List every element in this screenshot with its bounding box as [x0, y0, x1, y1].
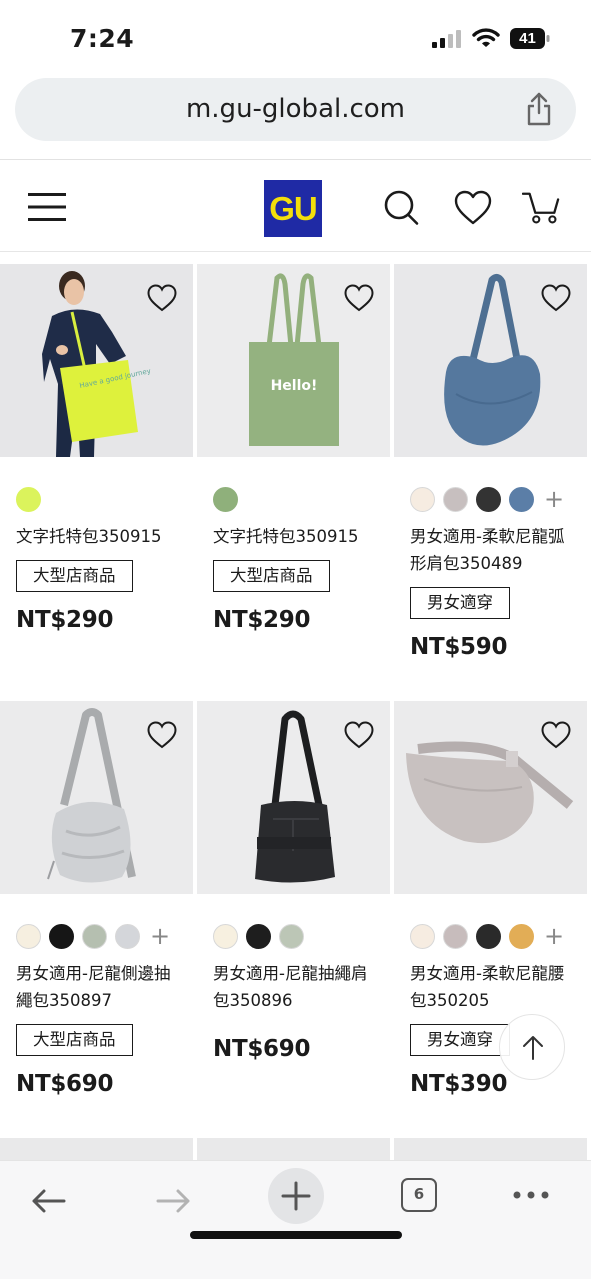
cart-icon[interactable] [522, 190, 560, 226]
product-name[interactable]: 文字托特包350915 [16, 523, 186, 550]
status-time: 7:24 [70, 24, 135, 53]
browser-toolbar: 6 [0, 1160, 591, 1279]
favorite-heart-icon[interactable] [147, 284, 177, 312]
color-swatches [213, 486, 238, 512]
product-badge: 男女適穿 [410, 587, 510, 619]
favorite-heart-icon[interactable] [344, 284, 374, 312]
product-badge: 男女適穿 [410, 1024, 510, 1056]
battery-level-text: 41 [519, 30, 536, 47]
product-badge: 大型店商品 [213, 560, 330, 592]
color-swatch[interactable] [213, 923, 238, 949]
color-swatch[interactable] [476, 923, 501, 949]
more-colors-icon[interactable]: + [150, 923, 170, 949]
new-tab-button[interactable] [268, 1168, 324, 1224]
color-swatch[interactable] [279, 923, 304, 949]
color-swatch[interactable] [509, 486, 534, 512]
forward-arrow-icon[interactable] [146, 1175, 200, 1229]
hamburger-menu-icon[interactable] [28, 192, 66, 222]
favorite-heart-icon[interactable] [541, 284, 571, 312]
product-name[interactable]: 男女適用-柔軟尼龍腰包350205 [410, 960, 580, 1014]
product-price: NT$290 [213, 607, 311, 633]
status-bar: 7:24 41 [0, 0, 591, 76]
color-swatch[interactable] [82, 923, 107, 949]
color-swatches [213, 923, 304, 949]
color-swatches [16, 486, 41, 512]
color-swatch[interactable] [410, 486, 435, 512]
product-price: NT$390 [410, 1071, 508, 1097]
scroll-to-top-button[interactable] [499, 1014, 565, 1080]
color-swatches: + [16, 923, 170, 949]
color-swatch[interactable] [115, 923, 140, 949]
color-swatch[interactable] [49, 923, 74, 949]
more-colors-icon[interactable]: + [544, 486, 564, 512]
product-name[interactable]: 文字托特包350915 [213, 523, 383, 550]
favorite-heart-icon[interactable] [344, 721, 374, 749]
color-swatch[interactable] [509, 923, 534, 949]
color-swatches: + [410, 486, 564, 512]
url-text[interactable]: m.gu-global.com [15, 94, 576, 124]
site-header: GU [0, 160, 591, 252]
color-swatch[interactable] [410, 923, 435, 949]
color-swatch[interactable] [16, 486, 41, 512]
favorite-heart-icon[interactable] [147, 721, 177, 749]
wishlist-heart-icon[interactable] [454, 190, 492, 226]
back-arrow-icon[interactable] [22, 1175, 76, 1229]
address-bar[interactable]: m.gu-global.com [15, 78, 576, 141]
product-name[interactable]: 男女適用-尼龍抽繩肩包350896 [213, 960, 383, 1014]
gu-logo[interactable]: GU [264, 180, 322, 237]
product-price: NT$690 [16, 1071, 114, 1097]
cellular-signal-icon [432, 30, 461, 48]
product-badge: 大型店商品 [16, 560, 133, 592]
tote-printed-text: Hello! [271, 378, 318, 394]
product-price: NT$290 [16, 607, 114, 633]
color-swatch[interactable] [443, 923, 468, 949]
color-swatch[interactable] [246, 923, 271, 949]
search-icon[interactable] [383, 190, 421, 226]
share-icon[interactable] [524, 91, 554, 127]
color-swatch[interactable] [476, 486, 501, 512]
product-name[interactable]: 男女適用-柔軟尼龍弧形肩包350489 [410, 523, 580, 577]
product-price: NT$590 [410, 634, 508, 660]
more-options-icon[interactable] [504, 1175, 558, 1229]
color-swatches: + [410, 923, 564, 949]
color-swatch[interactable] [16, 923, 41, 949]
more-colors-icon[interactable]: + [544, 923, 564, 949]
plus-icon [281, 1181, 311, 1211]
tab-switcher-button[interactable]: 6 [401, 1178, 437, 1212]
color-swatch[interactable] [213, 486, 238, 512]
color-swatch[interactable] [443, 486, 468, 512]
product-badge: 大型店商品 [16, 1024, 133, 1056]
favorite-heart-icon[interactable] [541, 721, 571, 749]
product-price: NT$690 [213, 1036, 311, 1062]
arrow-up-icon [523, 1036, 543, 1060]
wifi-icon [472, 28, 500, 47]
home-indicator [190, 1231, 402, 1239]
product-name[interactable]: 男女適用-尼龍側邊抽繩包350897 [16, 960, 186, 1014]
